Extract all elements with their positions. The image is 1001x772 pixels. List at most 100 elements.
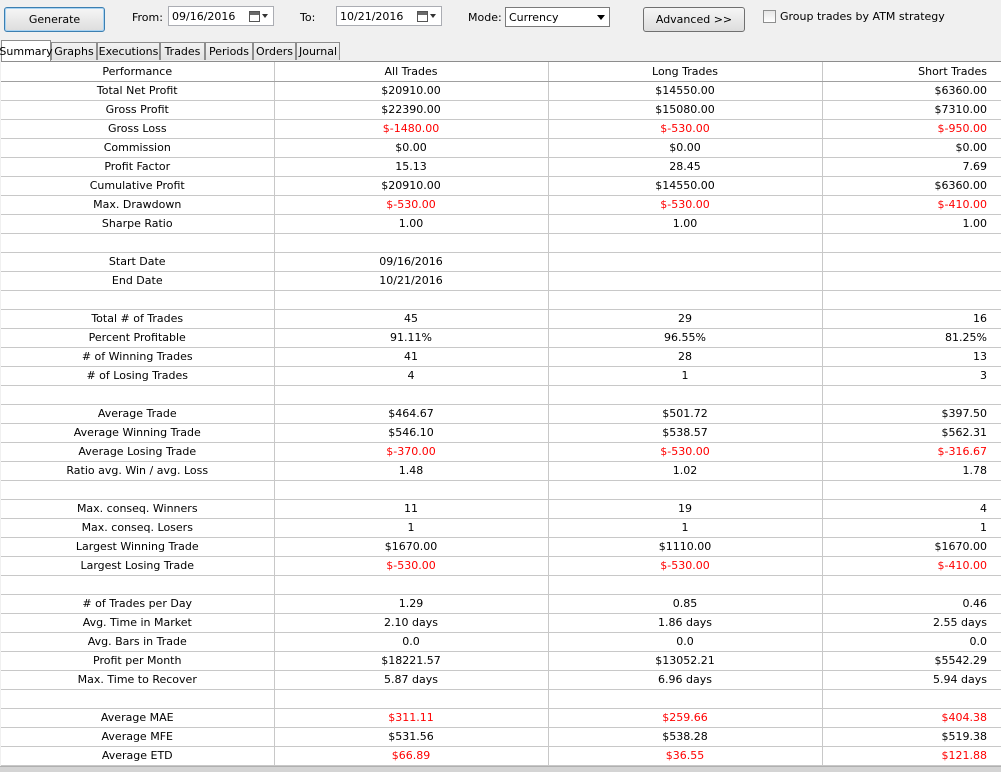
metric-label: Profit per Month [1, 651, 275, 671]
tab-executions[interactable]: Executions [97, 42, 160, 60]
long-trades-cell: $501.72 [548, 404, 823, 424]
all-trades-cell: $464.67 [274, 404, 549, 424]
short-trades-cell: 13 [822, 347, 1001, 367]
metric-label: End Date [1, 271, 275, 291]
all-trades-cell [274, 233, 549, 253]
all-trades-cell: 2.10 days [274, 613, 549, 633]
metric-label: Percent Profitable [1, 328, 275, 348]
long-trades-cell [548, 290, 823, 310]
short-trades-cell: $-950.00 [822, 119, 1001, 139]
table-row: Average Losing Trade $-370.00 $-530.00 $-31… [1, 442, 1001, 462]
all-trades-cell: 91.11% [274, 328, 549, 348]
table-row: Max. conseq. Losers 1 1 1 [1, 518, 1001, 538]
from-date-value: 09/16/2016 [172, 9, 236, 23]
all-trades-cell: 15.13 [274, 157, 549, 177]
metric-label: Largest Winning Trade [1, 537, 275, 557]
all-trades-cell: $1670.00 [274, 537, 549, 557]
all-trades-cell: 1.48 [274, 461, 549, 481]
table-row: Cumulative Profit $20910.00 $14550.00 $6360… [1, 176, 1001, 196]
to-date-picker[interactable]: 10/21/2016 [336, 6, 442, 26]
short-trades-cell: $562.31 [822, 423, 1001, 443]
all-trades-cell: $18221.57 [274, 651, 549, 671]
column-header-performance[interactable]: Performance [1, 62, 275, 82]
to-date-value: 10/21/2016 [340, 9, 404, 23]
all-trades-cell [274, 480, 549, 500]
short-trades-cell [822, 689, 1001, 709]
all-trades-cell: $311.11 [274, 708, 549, 728]
metric-label: Max. conseq. Losers [1, 518, 275, 538]
performance-grid[interactable]: Performance All Trades Long Trades Short… [1, 61, 1001, 766]
metric-label: Commission [1, 138, 275, 158]
metric-label: Profit Factor [1, 157, 275, 177]
all-trades-cell: $20910.00 [274, 81, 549, 101]
all-trades-cell [274, 689, 549, 709]
short-trades-cell: 3 [822, 366, 1001, 386]
mode-select[interactable]: Currency [505, 7, 610, 27]
tab-trades[interactable]: Trades [160, 42, 205, 60]
metric-label: Max. conseq. Winners [1, 499, 275, 519]
metric-label: Avg. Time in Market [1, 613, 275, 633]
long-trades-cell: $538.57 [548, 423, 823, 443]
all-trades-cell [274, 290, 549, 310]
metric-label [1, 233, 275, 253]
table-row: Gross Profit $22390.00 $15080.00 $7310.00 [1, 100, 1001, 120]
long-trades-cell: $-530.00 [548, 556, 823, 576]
short-trades-cell: $7310.00 [822, 100, 1001, 120]
group-trades-checkbox[interactable] [763, 10, 776, 23]
advanced-button[interactable]: Advanced >> [643, 7, 745, 32]
long-trades-cell: 19 [548, 499, 823, 519]
column-header-all-trades[interactable]: All Trades [274, 62, 549, 82]
long-trades-cell: $538.28 [548, 727, 823, 747]
column-header-long-trades[interactable]: Long Trades [548, 62, 823, 82]
table-row: Average ETD $66.89 $36.55 $121.88 [1, 746, 1001, 766]
metric-label: # of Winning Trades [1, 347, 275, 367]
calendar-dropdown-icon[interactable] [249, 9, 271, 23]
table-row [1, 290, 1001, 310]
table-row: Max. Time to Recover 5.87 days 6.96 days 5.… [1, 670, 1001, 690]
all-trades-cell: 45 [274, 309, 549, 329]
all-trades-cell [274, 575, 549, 595]
column-header-short-trades[interactable]: Short Trades [822, 62, 1001, 82]
short-trades-cell: 2.55 days [822, 613, 1001, 633]
table-row: Gross Loss $-1480.00 $-530.00 $-950.00 [1, 119, 1001, 139]
tab-periods[interactable]: Periods [205, 42, 253, 60]
all-trades-cell: $-370.00 [274, 442, 549, 462]
tab-summary[interactable]: Summary [0, 40, 53, 61]
tab-orders[interactable]: Orders [253, 42, 296, 60]
metric-label: Gross Loss [1, 119, 275, 139]
chevron-down-icon[interactable] [597, 15, 605, 20]
long-trades-cell: 6.96 days [548, 670, 823, 690]
table-row: Ratio avg. Win / avg. Loss 1.48 1.02 1.78 [1, 461, 1001, 481]
table-row: Avg. Bars in Trade 0.0 0.0 0.0 [1, 632, 1001, 652]
tab-graphs[interactable]: Graphs [51, 42, 97, 60]
tab-journal[interactable]: Journal [296, 42, 340, 60]
table-row: Max. conseq. Winners 11 19 4 [1, 499, 1001, 519]
long-trades-cell: $14550.00 [548, 176, 823, 196]
group-trades-label[interactable]: Group trades by ATM strategy [780, 10, 945, 23]
table-row: # of Winning Trades 41 28 13 [1, 347, 1001, 367]
all-trades-cell: $66.89 [274, 746, 549, 766]
long-trades-cell: $-530.00 [548, 119, 823, 139]
long-trades-cell: $15080.00 [548, 100, 823, 120]
short-trades-cell: 4 [822, 499, 1001, 519]
long-trades-cell [548, 689, 823, 709]
short-trades-cell: 16 [822, 309, 1001, 329]
generate-button[interactable]: Generate [4, 7, 105, 32]
toolbar: Generate From: 09/16/2016 To: 10/21/2016… [0, 0, 1001, 40]
short-trades-cell: 1.00 [822, 214, 1001, 234]
short-trades-cell: $-410.00 [822, 195, 1001, 215]
short-trades-cell: $-410.00 [822, 556, 1001, 576]
long-trades-cell: 0.85 [548, 594, 823, 614]
short-trades-cell: 1 [822, 518, 1001, 538]
metric-label [1, 385, 275, 405]
to-label: To: [300, 11, 316, 24]
short-trades-cell [822, 480, 1001, 500]
metric-label: Gross Profit [1, 100, 275, 120]
from-date-picker[interactable]: 09/16/2016 [168, 6, 274, 26]
all-trades-cell: $-1480.00 [274, 119, 549, 139]
calendar-dropdown-icon[interactable] [417, 9, 439, 23]
all-trades-cell: $-530.00 [274, 556, 549, 576]
status-bar [0, 766, 1001, 772]
table-row: # of Trades per Day 1.29 0.85 0.46 [1, 594, 1001, 614]
short-trades-cell: 0.46 [822, 594, 1001, 614]
